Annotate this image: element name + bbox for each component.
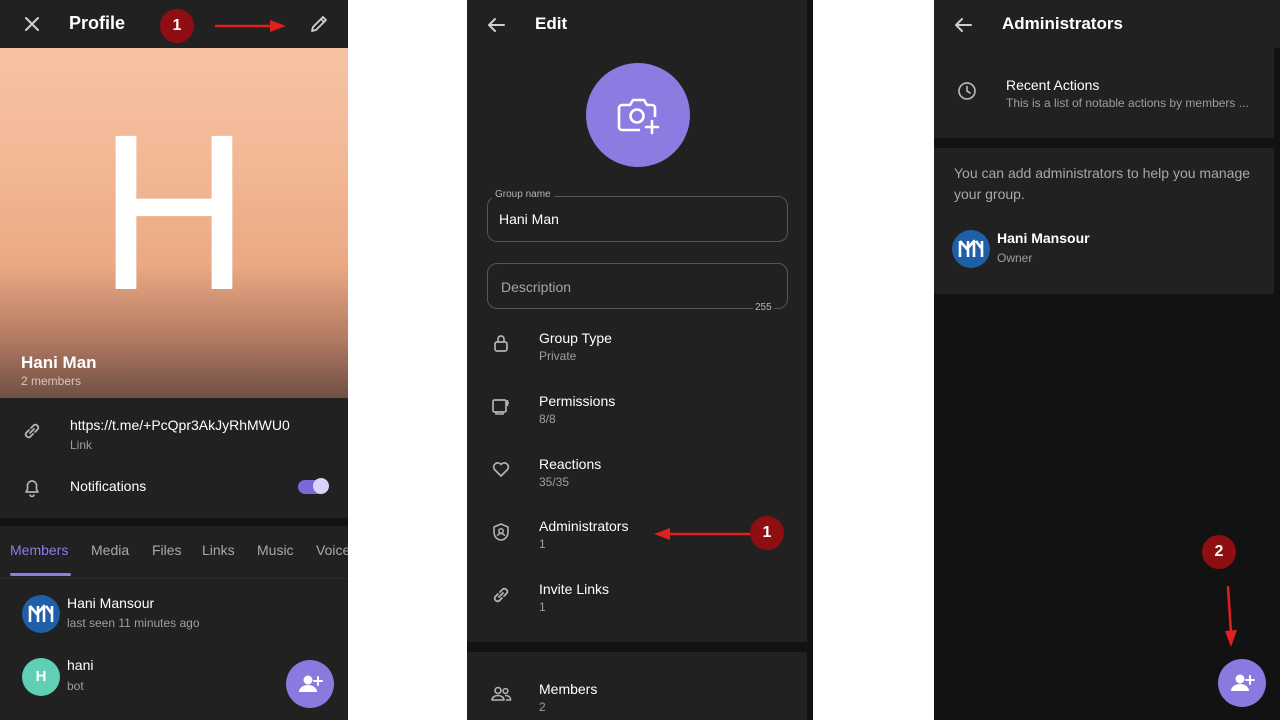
admin-role: Owner	[997, 251, 1033, 265]
member-name[interactable]: Hani Mansour	[67, 595, 154, 611]
reactions-value: 35/35	[539, 475, 570, 489]
bell-icon	[21, 476, 43, 498]
back-arrow-icon[interactable]	[952, 14, 974, 36]
tutorial-composite: Profile 1 H Hani Man 2 members https://t…	[0, 0, 1280, 720]
edit-screen: Edit Group name Hani Man Description 255…	[467, 0, 813, 720]
description-input[interactable]: Description	[501, 279, 571, 295]
step-badge: 2	[1202, 535, 1236, 569]
notifications-label: Notifications	[70, 478, 147, 494]
set-photo-button[interactable]	[586, 63, 690, 167]
admin-name[interactable]: Hani Mansour	[997, 230, 1090, 246]
users-icon	[489, 683, 513, 705]
permissions-icon	[490, 395, 512, 417]
tab-members[interactable]: Members	[10, 542, 68, 558]
tab-music[interactable]: Music	[257, 542, 294, 558]
camera-add-icon	[617, 98, 660, 135]
avatar[interactable]	[22, 595, 60, 633]
administrators-screen: Administrators Recent Actions This is a …	[934, 0, 1280, 720]
page-title: Administrators	[1002, 14, 1123, 33]
group-name: Hani Man	[21, 353, 97, 372]
clock-icon	[956, 80, 978, 102]
members-value: 2	[539, 700, 546, 714]
permissions-label[interactable]: Permissions	[539, 393, 615, 409]
add-member-button[interactable]	[286, 660, 334, 708]
arrow-left-icon	[654, 528, 752, 540]
avatar[interactable]: H	[22, 658, 60, 696]
reactions-label[interactable]: Reactions	[539, 456, 601, 472]
profile-screen: Profile 1 H Hani Man 2 members https://t…	[0, 0, 348, 720]
page-title: Edit	[535, 14, 568, 33]
tab-links[interactable]: Links	[202, 542, 235, 558]
invite-links-label[interactable]: Invite Links	[539, 581, 609, 597]
tab-media[interactable]: Media	[91, 542, 129, 558]
edit-pencil-icon[interactable]	[308, 13, 330, 35]
recent-actions-title[interactable]: Recent Actions	[1006, 77, 1099, 93]
info-section	[0, 398, 348, 518]
add-user-icon	[1231, 674, 1255, 691]
recent-actions-row[interactable]	[934, 48, 1274, 138]
tab-files[interactable]: Files	[152, 542, 182, 558]
arrow-down-icon	[1225, 585, 1237, 647]
heart-icon	[490, 458, 512, 480]
invite-link-url[interactable]: https://t.me/+PcQpr3AkJyRhMWU0	[70, 417, 290, 433]
invite-links-value: 1	[539, 600, 546, 614]
member-status: bot	[67, 679, 84, 693]
member-count: 2 members	[21, 374, 82, 388]
avatar-letter: H	[95, 94, 253, 339]
add-user-icon	[299, 675, 323, 692]
members-label[interactable]: Members	[539, 681, 597, 697]
group-name-input[interactable]: Hani Man	[499, 211, 559, 227]
member-name[interactable]: hani	[67, 657, 93, 673]
tabs-divider	[0, 578, 348, 579]
description-counter: 255	[753, 302, 774, 313]
member-status: last seen 11 minutes ago	[67, 616, 200, 630]
step-badge: 1	[160, 9, 194, 43]
members-section	[467, 652, 807, 720]
arrow-right-icon	[214, 20, 286, 32]
lock-icon	[490, 332, 512, 354]
admins-help-text: your group.	[954, 186, 1025, 202]
recent-actions-description: This is a list of notable actions by mem…	[1006, 96, 1249, 110]
permissions-value: 8/8	[539, 412, 556, 426]
close-icon[interactable]	[22, 14, 42, 34]
link-label: Link	[70, 438, 93, 452]
shield-icon	[490, 521, 512, 543]
toggle-knob	[313, 478, 329, 494]
group-type-value: Private	[539, 349, 577, 363]
group-type-label[interactable]: Group Type	[539, 330, 612, 346]
link-icon	[490, 584, 512, 606]
active-tab-indicator	[10, 573, 71, 576]
link-icon	[21, 420, 43, 442]
administrators-label[interactable]: Administrators	[539, 518, 628, 534]
administrators-value: 1	[539, 537, 546, 551]
add-administrator-button[interactable]	[1218, 659, 1266, 707]
page-title: Profile	[69, 13, 126, 33]
step-badge: 1	[750, 516, 784, 550]
avatar[interactable]	[952, 230, 990, 268]
back-arrow-icon[interactable]	[485, 14, 507, 36]
admins-help-text: You can add administrators to help you m…	[954, 165, 1251, 181]
group-name-label: Group name	[492, 189, 554, 200]
tab-voice[interactable]: Voice	[316, 542, 348, 558]
